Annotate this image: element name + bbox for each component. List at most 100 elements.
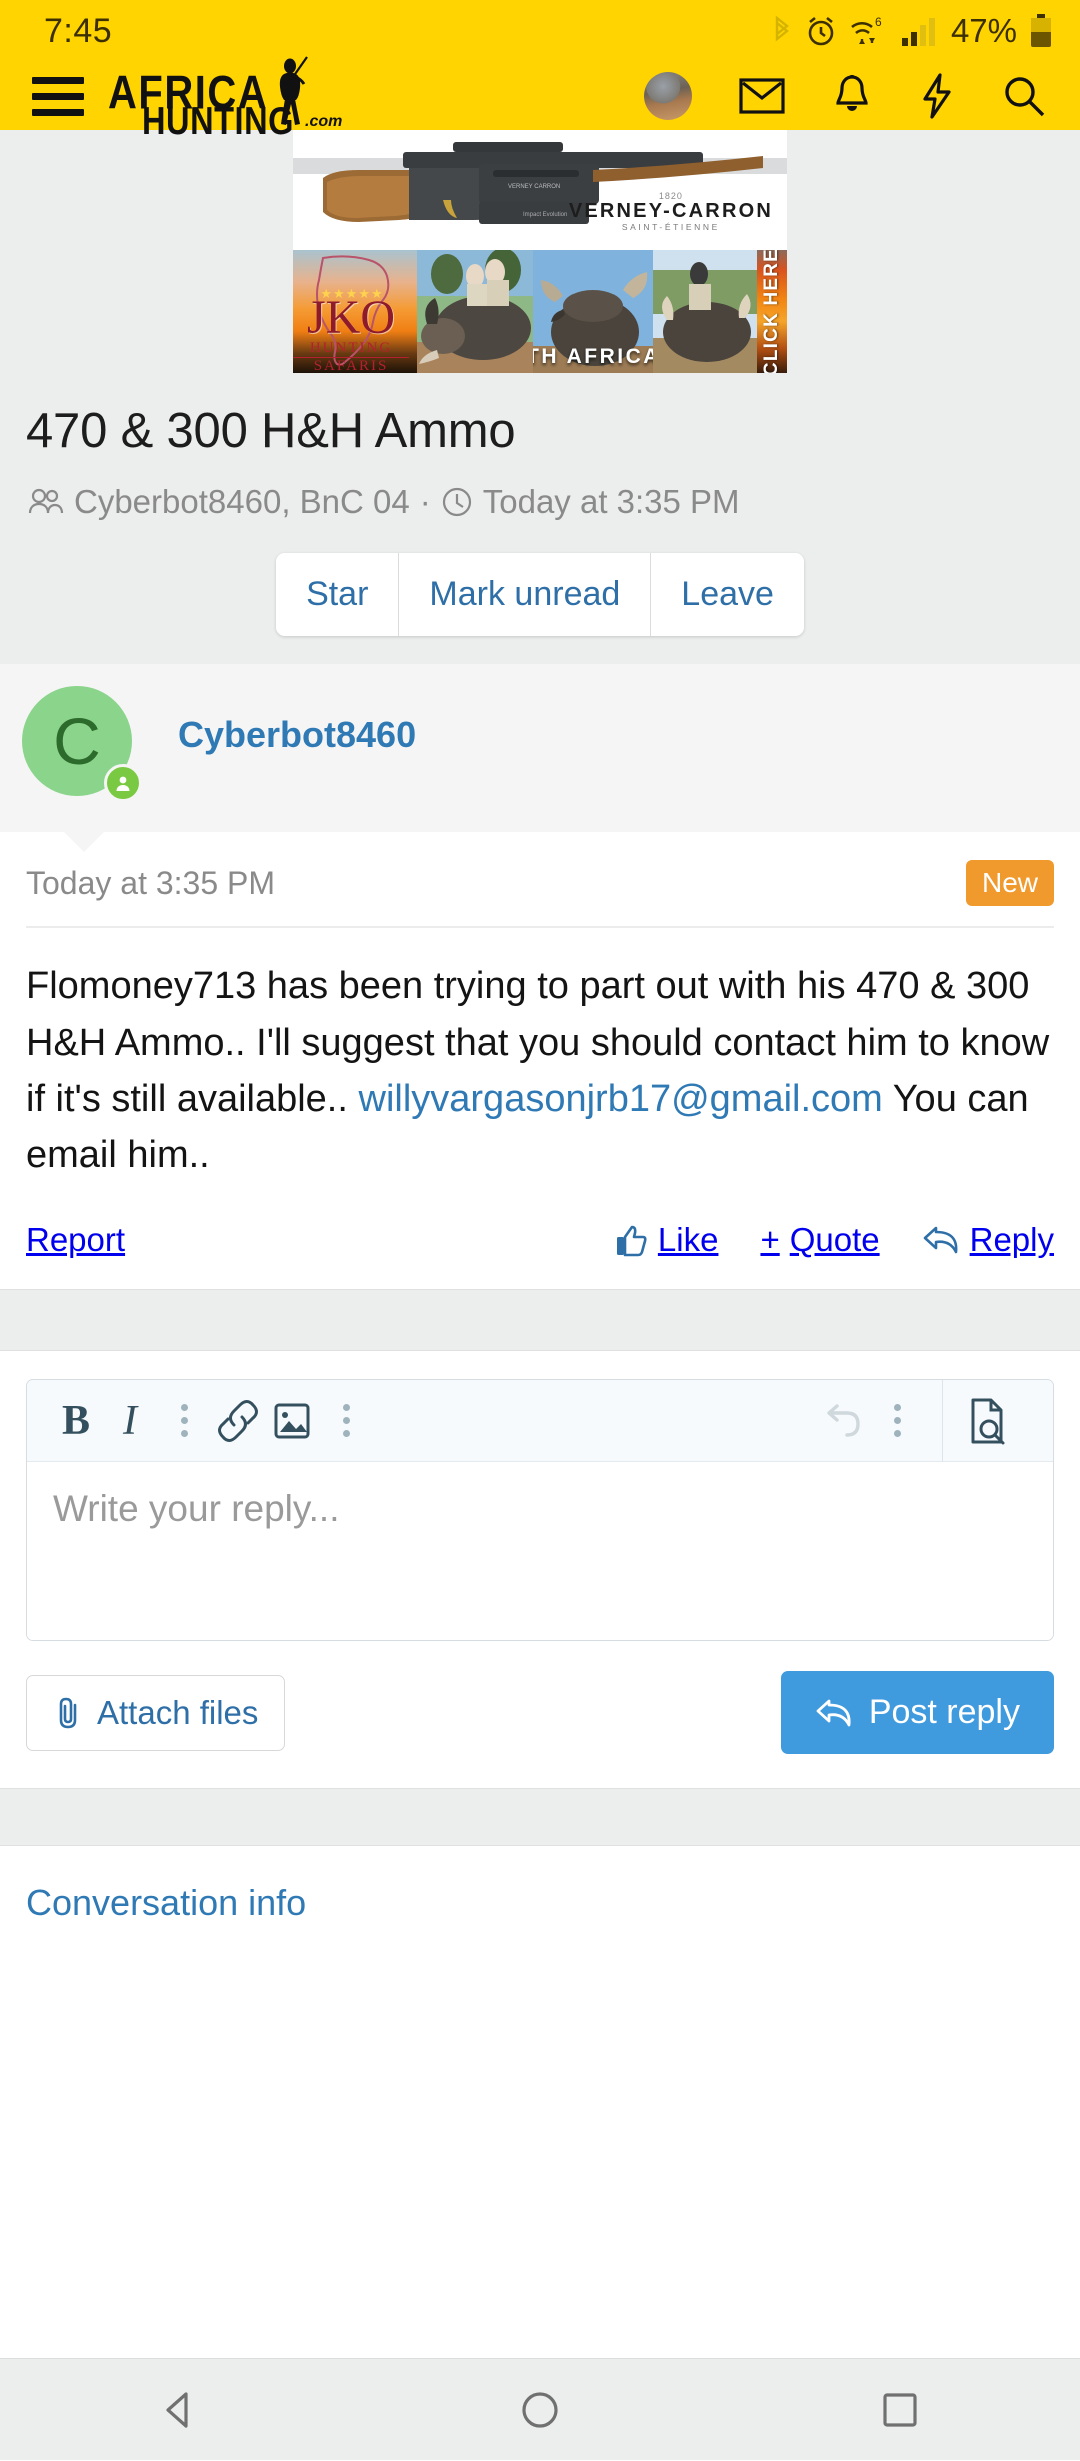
hunter-silhouette-icon bbox=[279, 56, 308, 125]
svg-text:VERNEY CARRON: VERNEY CARRON bbox=[508, 184, 560, 190]
reply-textarea[interactable]: Write your reply... bbox=[27, 1462, 1053, 1641]
thread-meta-separator: · bbox=[419, 483, 431, 521]
safari-photo-1 bbox=[417, 250, 533, 373]
attach-files-button[interactable]: Attach files bbox=[26, 1674, 286, 1751]
online-status-icon bbox=[104, 764, 142, 803]
alarm-icon bbox=[804, 14, 838, 48]
brand-city: SAINT-ÉTIENNE bbox=[621, 222, 720, 232]
participants-icon bbox=[28, 489, 64, 514]
status-badge: New bbox=[965, 860, 1054, 907]
post-reply-button[interactable]: Post reply bbox=[780, 1671, 1054, 1755]
post-date[interactable]: Today at 3:35 PM bbox=[26, 865, 275, 902]
thread-action-bar: Star Mark unread Leave bbox=[26, 553, 1054, 664]
editor-toolbar: B I bbox=[27, 1380, 1053, 1463]
back-triangle-icon[interactable] bbox=[120, 2359, 240, 2461]
svg-text:Impact Evolution: Impact Evolution bbox=[523, 212, 567, 218]
more-options-icon[interactable] bbox=[157, 1389, 211, 1453]
app-header: AFRICA HUNTING .com bbox=[0, 56, 1080, 143]
reply-button[interactable]: Reply bbox=[922, 1221, 1054, 1259]
status-icons: 6 47% bbox=[771, 12, 1054, 50]
status-time: 7:45 bbox=[44, 11, 113, 50]
post-reply-label: Post reply bbox=[868, 1693, 1020, 1732]
post-action-row: Report Like + Quote Reply bbox=[26, 1187, 1054, 1289]
reply-editor: B I Write your reply... bbox=[26, 1379, 1054, 1642]
rifle-ad-banner[interactable]: VERNEY CARRON Impact Evolution 1820 VERN… bbox=[293, 130, 787, 250]
link-icon[interactable] bbox=[211, 1389, 265, 1453]
bell-icon[interactable] bbox=[832, 74, 872, 118]
post-body: Today at 3:35 PM New Flomoney713 has bee… bbox=[0, 832, 1080, 1290]
clock-icon bbox=[442, 488, 471, 517]
search-icon[interactable] bbox=[1002, 74, 1046, 118]
mail-icon[interactable] bbox=[739, 76, 785, 116]
quote-button[interactable]: + Quote bbox=[760, 1221, 879, 1259]
site-logo[interactable]: AFRICA HUNTING .com bbox=[108, 56, 388, 143]
hunter-trophy-image bbox=[653, 250, 757, 373]
home-circle-icon[interactable] bbox=[480, 2359, 600, 2461]
svg-text:6: 6 bbox=[875, 15, 882, 29]
hamburger-menu-icon[interactable] bbox=[26, 71, 90, 121]
email-link[interactable]: willyvargasonjrb17@gmail.com bbox=[359, 1078, 883, 1120]
safari-photo-2: SOUTH AFRICA bbox=[533, 250, 653, 373]
user-avatar[interactable] bbox=[644, 72, 692, 120]
safari-overlay-text: SOUTH AFRICA bbox=[533, 345, 653, 368]
reply-label: Reply bbox=[969, 1221, 1054, 1259]
quote-plus-icon: + bbox=[760, 1221, 780, 1259]
jko-title: JKO bbox=[306, 291, 395, 344]
image-icon[interactable] bbox=[265, 1389, 319, 1453]
section-divider-2 bbox=[0, 1788, 1080, 1847]
quote-label: Quote bbox=[789, 1221, 880, 1259]
more-options-icon[interactable] bbox=[319, 1389, 373, 1453]
click-here-label: CLICK HERE bbox=[761, 250, 782, 373]
reply-editor-section: B I Write your reply... Attach files Pos… bbox=[0, 1351, 1080, 1789]
jko-sub2: SAFARIS bbox=[293, 357, 409, 373]
italic-icon[interactable]: I bbox=[103, 1389, 157, 1453]
buffalo-photo-image bbox=[417, 250, 533, 373]
bluetooth-icon bbox=[771, 14, 793, 48]
undo-icon[interactable] bbox=[816, 1389, 870, 1453]
status-bar: 7:45 6 47% bbox=[0, 0, 1080, 62]
thread-header: 470 & 300 H&H Ammo Cyberbot8460, BnC 04 … bbox=[0, 373, 1080, 665]
thread-action-group: Star Mark unread Leave bbox=[276, 553, 804, 637]
section-divider bbox=[0, 1289, 1080, 1352]
phone-screen: 7:45 6 47% AFRICA HUNTING .com VERNEY CA… bbox=[0, 0, 1080, 2460]
bold-icon[interactable]: B bbox=[49, 1389, 103, 1453]
leave-button[interactable]: Leave bbox=[651, 553, 804, 637]
conversation-info-link[interactable]: Conversation info bbox=[26, 1882, 306, 1923]
brand-name: VERNEY-CARRON bbox=[568, 200, 773, 222]
preview-icon[interactable] bbox=[943, 1396, 1031, 1446]
thread-participants: Cyberbot8460, BnC 04 bbox=[74, 483, 410, 521]
advertisement-area: VERNEY CARRON Impact Evolution 1820 VERN… bbox=[0, 130, 1080, 373]
more-options-icon[interactable] bbox=[870, 1389, 924, 1453]
post-stamp-row: Today at 3:35 PM New bbox=[26, 832, 1054, 929]
signal-icon bbox=[900, 14, 938, 48]
reply-arrow-icon bbox=[816, 1699, 851, 1727]
battery-icon bbox=[1028, 13, 1054, 49]
attach-files-label: Attach files bbox=[97, 1693, 259, 1731]
page-title: 470 & 300 H&H Ammo bbox=[26, 404, 516, 458]
recents-square-icon[interactable] bbox=[840, 2359, 960, 2461]
like-button[interactable]: Like bbox=[614, 1221, 719, 1259]
post-author-name[interactable]: Cyberbot8460 bbox=[178, 714, 416, 756]
thumbs-up-icon bbox=[616, 1225, 647, 1257]
rifle-image: VERNEY CARRON Impact Evolution bbox=[293, 130, 787, 250]
post-action-right-group: Like + Quote Reply bbox=[614, 1221, 1054, 1259]
report-button[interactable]: Report bbox=[26, 1221, 125, 1259]
paperclip-icon bbox=[59, 1697, 77, 1729]
click-here-cta[interactable]: CLICK HERE bbox=[757, 250, 787, 373]
reply-placeholder: Write your reply... bbox=[53, 1488, 340, 1530]
thread-meta: Cyberbot8460, BnC 04 · Today at 3:35 PM bbox=[26, 483, 1054, 521]
safari-ad-banner[interactable]: ★★★★★ JKO HUNTING SAFARIS H AFRICA CLICK… bbox=[293, 250, 787, 373]
safari-photo-3 bbox=[653, 250, 757, 373]
jko-logo-panel: ★★★★★ JKO HUNTING SAFARIS bbox=[293, 250, 417, 373]
page-content: VERNEY CARRON Impact Evolution 1820 VERN… bbox=[0, 130, 1080, 2358]
bolt-icon[interactable] bbox=[919, 73, 955, 119]
wifi-icon: 6 bbox=[849, 14, 889, 48]
app-header-icons bbox=[644, 72, 1046, 120]
rifle-brand-block: 1820 VERNEY-CARRON SAINT-ÉTIENNE bbox=[569, 191, 773, 232]
star-button[interactable]: Star bbox=[276, 553, 400, 637]
like-label: Like bbox=[657, 1221, 719, 1259]
editor-footer: Attach files Post reply bbox=[26, 1641, 1054, 1788]
mark-unread-button[interactable]: Mark unread bbox=[399, 553, 652, 637]
android-nav-bar bbox=[0, 2358, 1080, 2460]
speech-caret bbox=[62, 830, 106, 853]
